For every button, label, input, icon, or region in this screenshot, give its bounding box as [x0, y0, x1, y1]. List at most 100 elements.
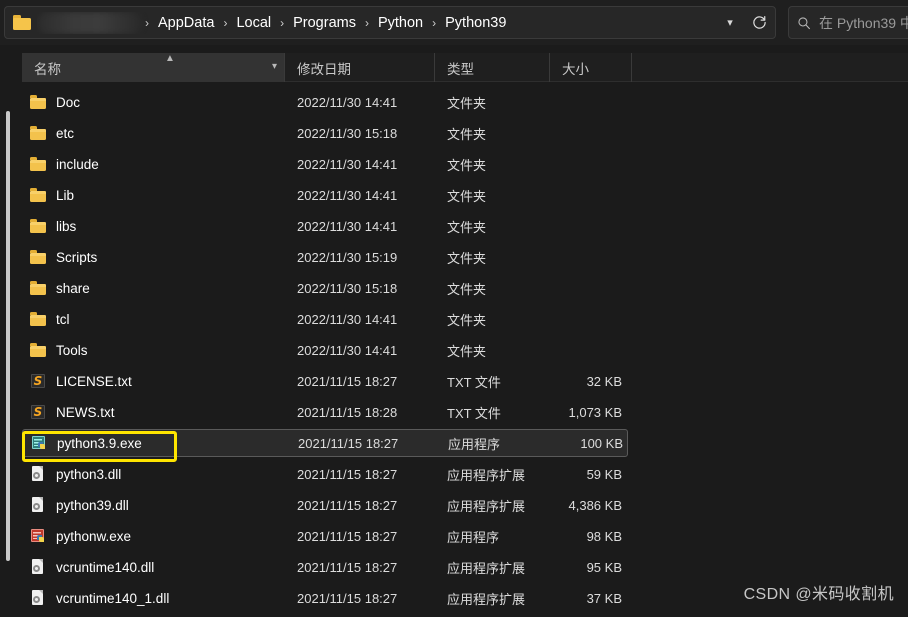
- file-list-row[interactable]: python3.dll2021/11/15 18:27应用程序扩展59 KB: [22, 460, 628, 488]
- column-header-type[interactable]: 类型: [435, 53, 550, 82]
- column-header-type-label: 类型: [435, 58, 474, 78]
- chevron-down-icon[interactable]: ▾: [717, 7, 743, 38]
- file-name-label: include: [56, 157, 99, 172]
- file-name-cell[interactable]: tcl: [22, 305, 285, 333]
- file-explorer-window: ›AppData›Local›Programs›Python›Python39 …: [0, 0, 908, 617]
- file-name-cell[interactable]: vcruntime140.dll: [22, 553, 285, 581]
- column-header-name-label: 名称: [22, 58, 61, 78]
- file-name-label: vcruntime140.dll: [56, 560, 154, 575]
- breadcrumb-item[interactable]: Programs: [287, 12, 362, 34]
- file-size-cell: [550, 274, 628, 302]
- nav-pane-scrollbar[interactable]: [0, 45, 22, 617]
- folder-icon: [30, 218, 47, 234]
- file-name-cell[interactable]: SNEWS.txt: [22, 398, 285, 426]
- file-name-cell[interactable]: Doc: [22, 88, 285, 116]
- column-header-size[interactable]: 大小: [550, 53, 632, 82]
- file-list-row[interactable]: SNEWS.txt2021/11/15 18:28TXT 文件1,073 KB: [22, 398, 628, 426]
- file-type-cell: 文件夹: [435, 88, 550, 116]
- file-name-label: tcl: [56, 312, 70, 327]
- file-list-row[interactable]: Lib2022/11/30 14:41文件夹: [22, 181, 628, 209]
- breadcrumb-separator: ›: [277, 16, 287, 30]
- breadcrumb-item-redacted[interactable]: [37, 12, 142, 34]
- file-list-row[interactable]: vcruntime140_1.dll2021/11/15 18:27应用程序扩展…: [22, 584, 628, 612]
- file-list-row[interactable]: share2022/11/30 15:18文件夹: [22, 274, 628, 302]
- file-list-row[interactable]: etc2022/11/30 15:18文件夹: [22, 119, 628, 147]
- file-type-cell: 文件夹: [435, 212, 550, 240]
- file-size-cell: 4,386 KB: [550, 491, 628, 519]
- file-name-label: Scripts: [56, 250, 97, 265]
- file-name-cell[interactable]: Scripts: [22, 243, 285, 271]
- file-list-row[interactable]: vcruntime140.dll2021/11/15 18:27应用程序扩展95…: [22, 553, 628, 581]
- refresh-icon[interactable]: [743, 7, 775, 38]
- pythonw-exe-icon: [30, 528, 47, 544]
- file-date-cell: 2022/11/30 15:19: [285, 243, 435, 271]
- column-header-row: 名称 ▲ ▾ 修改日期 类型 大小: [22, 53, 908, 82]
- file-size-cell: [550, 212, 628, 240]
- file-list-row[interactable]: tcl2022/11/30 14:41文件夹: [22, 305, 628, 333]
- file-type-cell: 文件夹: [435, 243, 550, 271]
- file-list-row[interactable]: include2022/11/30 14:41文件夹: [22, 150, 628, 178]
- search-box[interactable]: 在 Python39 中: [788, 6, 908, 39]
- file-list-row[interactable]: python3.9.exe2021/11/15 18:27应用程序100 KB: [22, 429, 628, 457]
- search-input[interactable]: 在 Python39 中: [819, 13, 908, 33]
- column-header-name[interactable]: 名称 ▲ ▾: [22, 53, 285, 82]
- file-name-label: etc: [56, 126, 74, 141]
- breadcrumb-separator: ›: [220, 16, 230, 30]
- file-name-cell[interactable]: python3.9.exe: [23, 429, 286, 457]
- file-name-cell[interactable]: libs: [22, 212, 285, 240]
- file-type-cell: 应用程序: [436, 429, 551, 457]
- file-list-row[interactable]: python39.dll 2021/11/15 18:27应用程序扩展4,386 …: [22, 491, 628, 519]
- scrollbar-thumb[interactable]: [6, 111, 10, 561]
- file-name-label: Tools: [56, 343, 88, 358]
- file-name-label: Lib: [56, 188, 74, 203]
- file-name-cell[interactable]: share: [22, 274, 285, 302]
- file-date-cell: 2022/11/30 14:41: [285, 88, 435, 116]
- file-name-cell[interactable]: include: [22, 150, 285, 178]
- file-type-cell: 应用程序扩展: [435, 491, 550, 519]
- address-bar: ›AppData›Local›Programs›Python›Python39 …: [0, 0, 908, 45]
- file-list-row[interactable]: pythonw.exe2021/11/15 18:27应用程序98 KB: [22, 522, 628, 550]
- folder-icon: [30, 94, 47, 110]
- file-name-cell[interactable]: Lib: [22, 181, 285, 209]
- file-list-row[interactable]: Tools2022/11/30 14:41文件夹: [22, 336, 628, 364]
- column-header-size-label: 大小: [550, 58, 589, 78]
- address-path-box[interactable]: ›AppData›Local›Programs›Python›Python39 …: [4, 6, 776, 39]
- file-name-cell[interactable]: pythonw.exe: [22, 522, 285, 550]
- file-date-cell: 2021/11/15 18:28: [285, 398, 435, 426]
- file-list-row[interactable]: Doc 2022/11/30 14:41文件夹: [22, 88, 628, 116]
- file-name-cell[interactable]: python3.dll: [22, 460, 285, 488]
- file-type-cell: 应用程序: [435, 522, 550, 550]
- file-type-cell: 文件夹: [435, 150, 550, 178]
- file-name-cell[interactable]: Tools: [22, 336, 285, 364]
- file-list-row[interactable]: libs2022/11/30 14:41文件夹: [22, 212, 628, 240]
- watermark-text: CSDN @米码收割机: [744, 580, 894, 604]
- breadcrumb-item[interactable]: AppData: [152, 12, 220, 34]
- file-size-cell: [550, 243, 628, 271]
- file-date-cell: 2021/11/15 18:27: [285, 491, 435, 519]
- folder-icon: [30, 125, 47, 141]
- breadcrumb-item[interactable]: Local: [230, 12, 277, 34]
- file-date-cell: 2021/11/15 18:27: [286, 429, 436, 457]
- file-list-row[interactable]: Scripts 2022/11/30 15:19文件夹: [22, 243, 628, 271]
- chevron-down-icon[interactable]: ▾: [272, 61, 277, 73]
- file-name-label: python39.dll: [56, 498, 129, 513]
- file-size-cell: 37 KB: [550, 584, 628, 612]
- dll-file-icon: [30, 497, 47, 513]
- python-exe-icon: [31, 435, 48, 451]
- file-type-cell: 文件夹: [435, 274, 550, 302]
- file-name-cell[interactable]: python39.dll: [22, 491, 285, 519]
- search-icon: [789, 16, 819, 30]
- folder-icon: [30, 249, 47, 265]
- file-name-label: python3.9.exe: [57, 436, 142, 451]
- breadcrumb-item[interactable]: Python39: [439, 12, 512, 34]
- file-name-cell[interactable]: etc: [22, 119, 285, 147]
- file-name-cell[interactable]: SLICENSE.txt: [22, 367, 285, 395]
- file-date-cell: 2022/11/30 15:18: [285, 119, 435, 147]
- file-name-label: Doc: [56, 95, 80, 110]
- column-header-date-modified[interactable]: 修改日期: [285, 53, 435, 82]
- file-name-label: libs: [56, 219, 76, 234]
- file-date-cell: 2021/11/15 18:27: [285, 460, 435, 488]
- breadcrumb-item[interactable]: Python: [372, 12, 429, 34]
- file-name-cell[interactable]: vcruntime140_1.dll: [22, 584, 285, 612]
- file-list-row[interactable]: SLICENSE.txt2021/11/15 18:27TXT 文件32 KB: [22, 367, 628, 395]
